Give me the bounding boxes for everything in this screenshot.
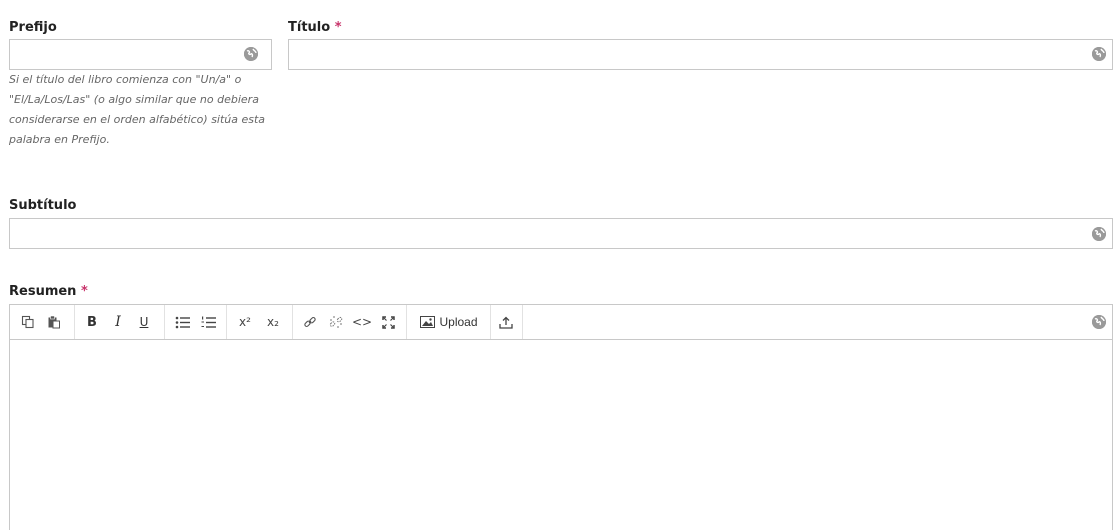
prefix-input[interactable] [9,39,272,70]
upload-image-button[interactable]: Upload [412,305,486,339]
toolbar-separator [74,305,75,339]
superscript-button[interactable]: x² [234,305,256,339]
abstract-editor-body[interactable] [10,340,1112,530]
prefix-language-globe-icon[interactable] [244,47,258,61]
subtitle-input[interactable] [9,218,1113,249]
prefix-help-text: Si el título del libro comienza con "Un/… [9,73,266,146]
toolbar-separator [226,305,227,339]
underline-button[interactable]: U [134,305,154,339]
required-asterisk: * [334,20,342,35]
toolbar-separator [490,305,491,339]
upload-label: Upload [439,315,478,329]
toolbar-separator [164,305,165,339]
subscript-button[interactable]: x₂ [262,305,284,339]
toolbar-separator [292,305,293,339]
upload-file-icon[interactable] [496,305,516,339]
bold-button[interactable]: B [82,305,102,339]
abstract-rich-text-editor: B I U x² x₂ <> Upload [9,304,1113,530]
link-icon[interactable] [300,305,320,339]
code-button[interactable]: <> [352,305,372,339]
title-language-globe-icon[interactable] [1092,47,1106,61]
fullscreen-icon[interactable] [378,305,398,339]
toolbar-separator [406,305,407,339]
bullet-list-icon[interactable] [172,305,192,339]
abstract-label: Resumen * [9,284,88,299]
image-icon [420,316,436,328]
subtitle-label: Subtítulo [9,198,77,213]
editor-toolbar: B I U x² x₂ <> Upload [10,305,1112,340]
prefix-label: Prefijo [9,20,57,35]
title-label: Título * [288,20,342,35]
numbered-list-icon[interactable] [198,305,218,339]
abstract-language-globe-icon[interactable] [1092,315,1106,329]
copy-icon[interactable] [18,305,38,339]
unlink-icon[interactable] [326,305,346,339]
paste-icon[interactable] [44,305,64,339]
italic-button[interactable]: I [108,305,128,339]
required-asterisk: * [80,284,88,299]
toolbar-separator [522,305,523,339]
subtitle-language-globe-icon[interactable] [1092,227,1106,241]
title-input[interactable] [288,39,1113,70]
